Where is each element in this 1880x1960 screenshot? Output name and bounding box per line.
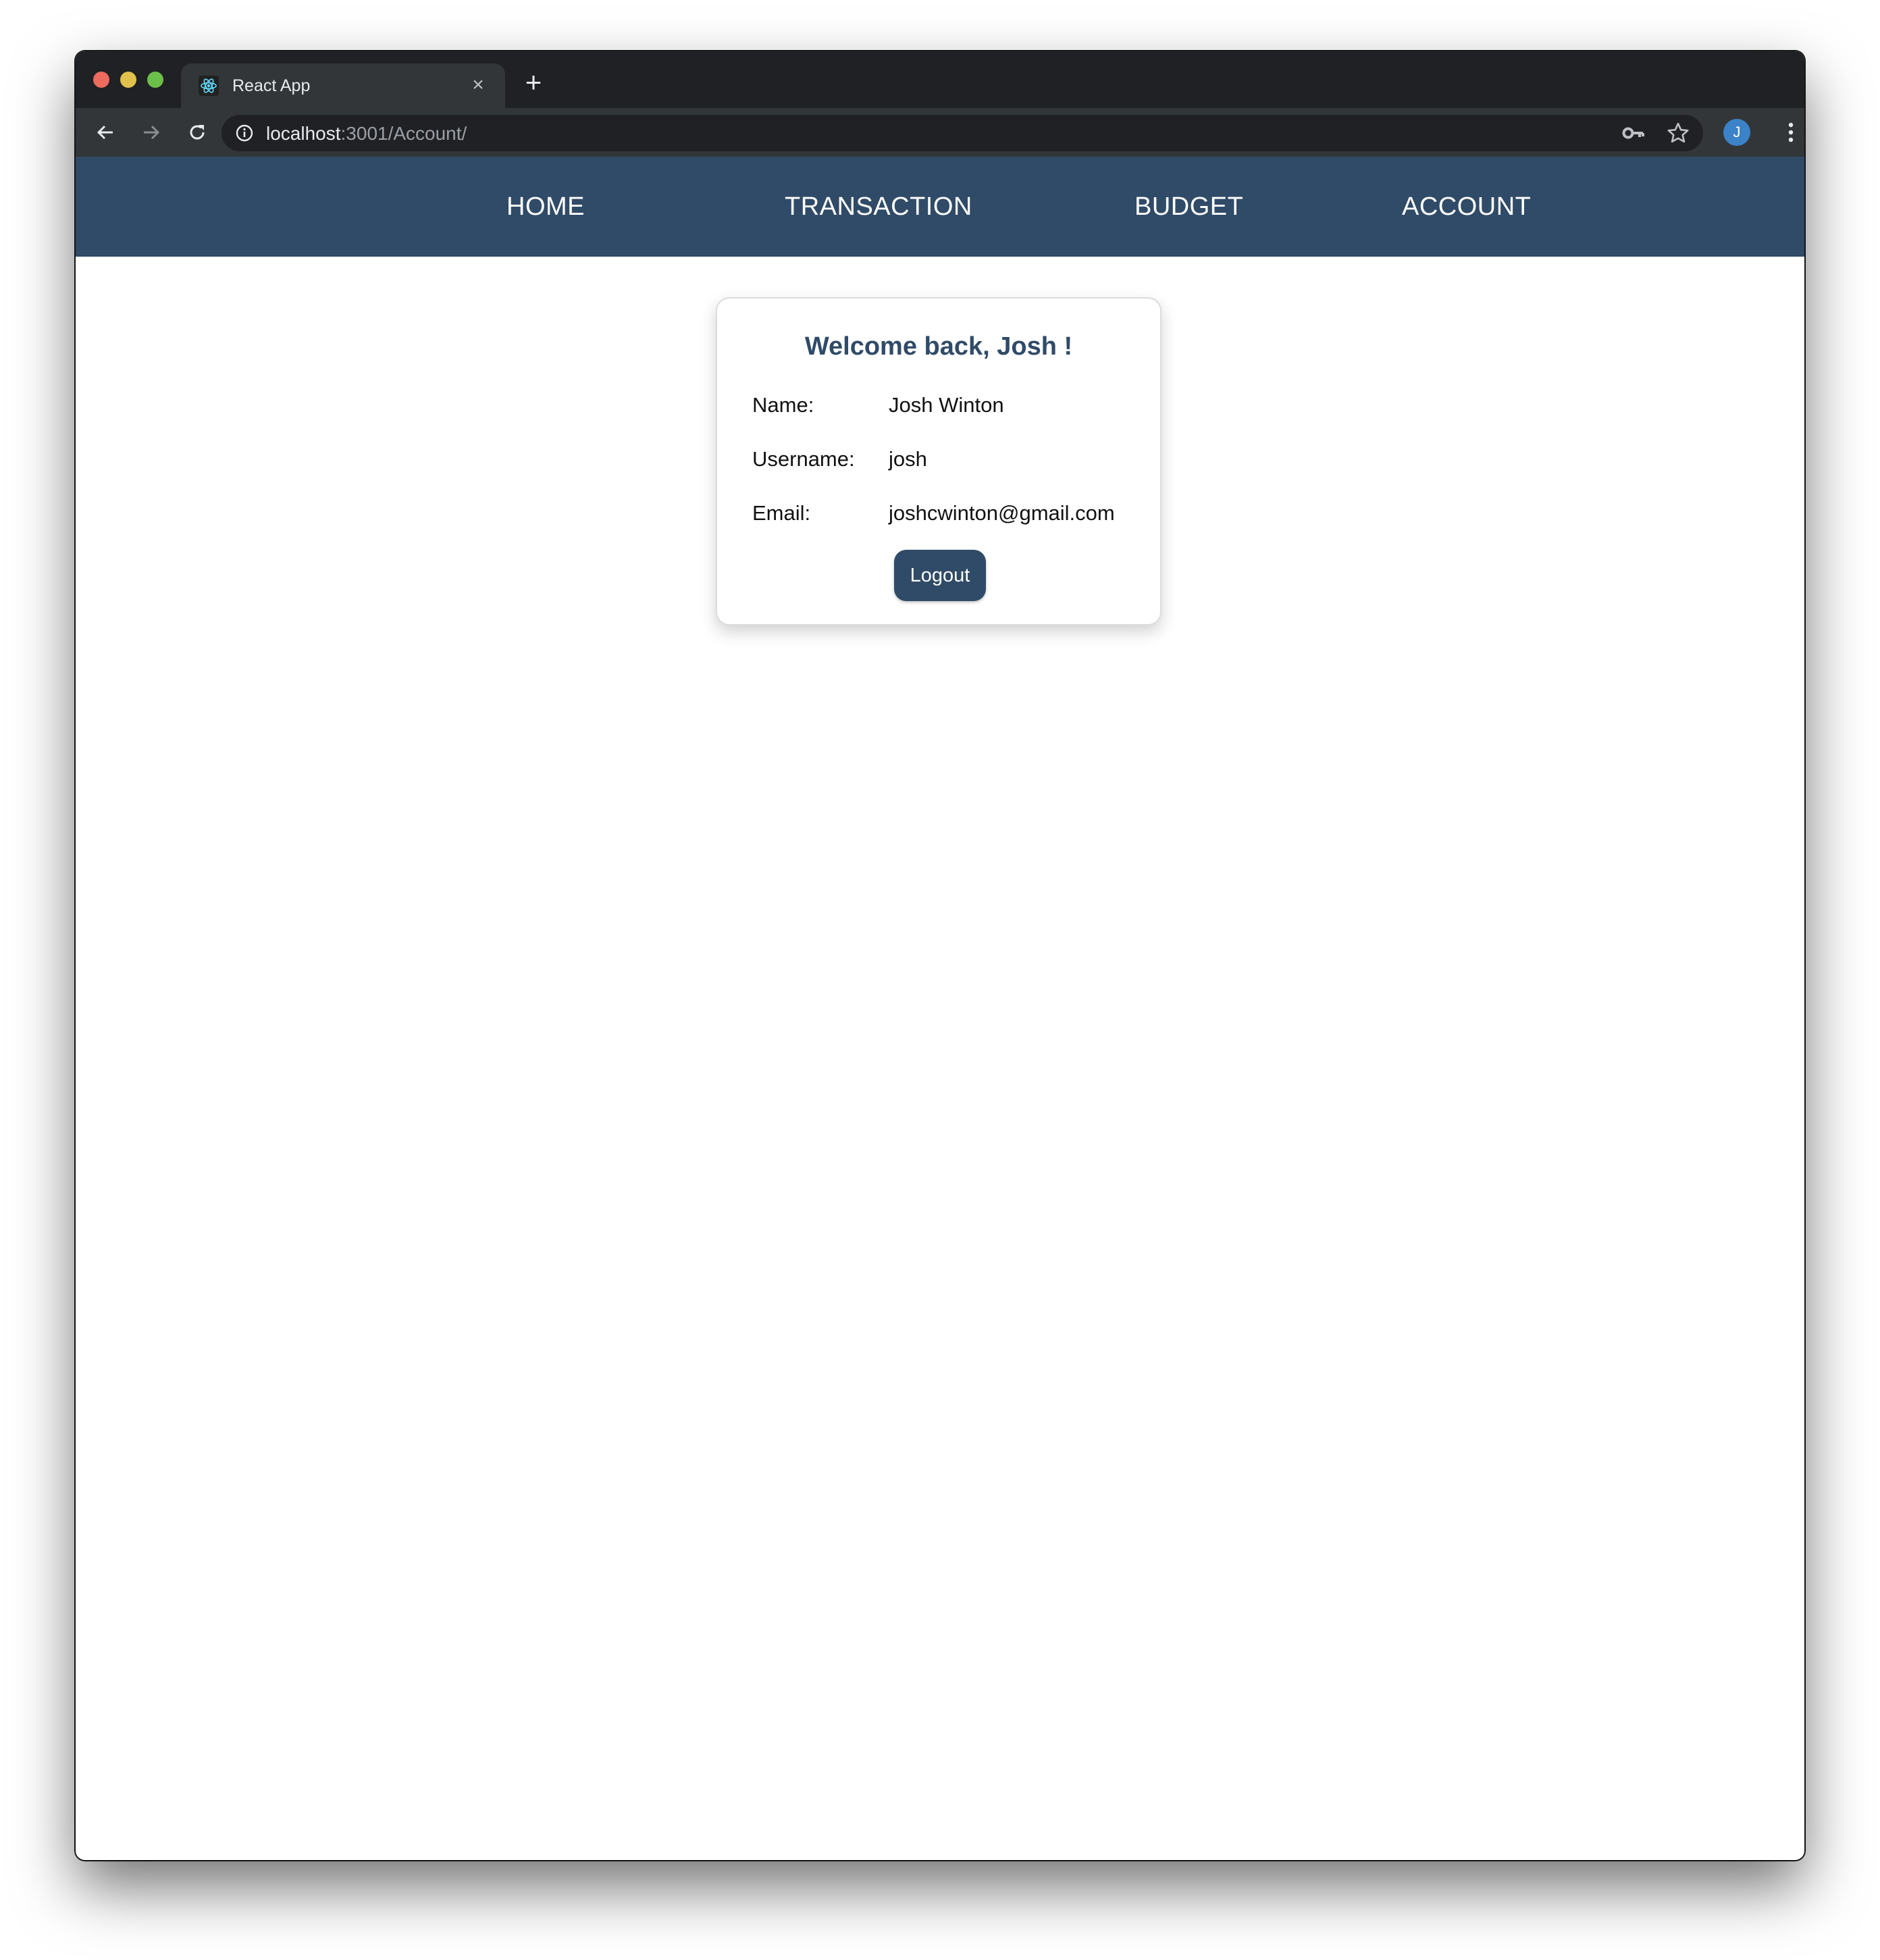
- welcome-heading: Welcome back, Josh !: [804, 332, 1073, 361]
- url-path: :3001/Account/: [340, 123, 467, 144]
- nav-item-budget[interactable]: BUDGET: [1134, 157, 1243, 257]
- name-label: Name:: [752, 393, 814, 417]
- arrow-left-icon[interactable]: [90, 118, 120, 147]
- react-logo-icon: [199, 76, 219, 96]
- app-navbar: HOME TRANSACTION BUDGET ACCOUNT: [76, 157, 1804, 257]
- tab-title: React App: [232, 76, 311, 95]
- address-bar[interactable]: localhost:3001/Account/: [221, 115, 1703, 151]
- email-label: Email:: [752, 501, 811, 525]
- username-label: Username:: [752, 447, 855, 471]
- window-controls: [93, 72, 163, 88]
- key-icon[interactable]: [1622, 123, 1645, 143]
- minimize-window-button[interactable]: [120, 72, 136, 88]
- close-window-button[interactable]: [93, 72, 109, 88]
- nav-item-home[interactable]: HOME: [506, 157, 585, 257]
- browser-window: React App × + localhost:3001/Account/ J …: [76, 51, 1804, 1860]
- email-value: joshcwinton@gmail.com: [889, 501, 1115, 525]
- nav-item-transaction[interactable]: TRANSACTION: [785, 157, 972, 257]
- username-value: josh: [889, 447, 927, 471]
- logout-button[interactable]: Logout: [894, 550, 986, 601]
- vertical-dots-icon[interactable]: [1784, 119, 1798, 146]
- arrow-right-icon[interactable]: [136, 118, 166, 147]
- star-icon[interactable]: [1667, 122, 1690, 145]
- close-icon[interactable]: ×: [466, 73, 490, 97]
- plus-icon[interactable]: +: [520, 68, 547, 97]
- browser-toolbar: localhost:3001/Account/ J: [76, 108, 1804, 157]
- name-value: Josh Winton: [889, 393, 1004, 417]
- page-content: HOME TRANSACTION BUDGET ACCOUNT Welcome …: [76, 157, 1804, 1860]
- reload-icon[interactable]: [182, 118, 212, 147]
- browser-tab[interactable]: React App ×: [181, 63, 505, 108]
- url-host: localhost: [266, 123, 341, 144]
- maximize-window-button[interactable]: [147, 72, 163, 88]
- info-icon[interactable]: [235, 124, 254, 143]
- nav-item-account[interactable]: ACCOUNT: [1402, 157, 1531, 257]
- tab-strip: React App × +: [76, 51, 1804, 108]
- url-text[interactable]: localhost:3001/Account/: [266, 123, 467, 145]
- profile-avatar[interactable]: J: [1723, 119, 1750, 146]
- account-card: Welcome back, Josh ! Name: Josh Winton U…: [716, 297, 1161, 625]
